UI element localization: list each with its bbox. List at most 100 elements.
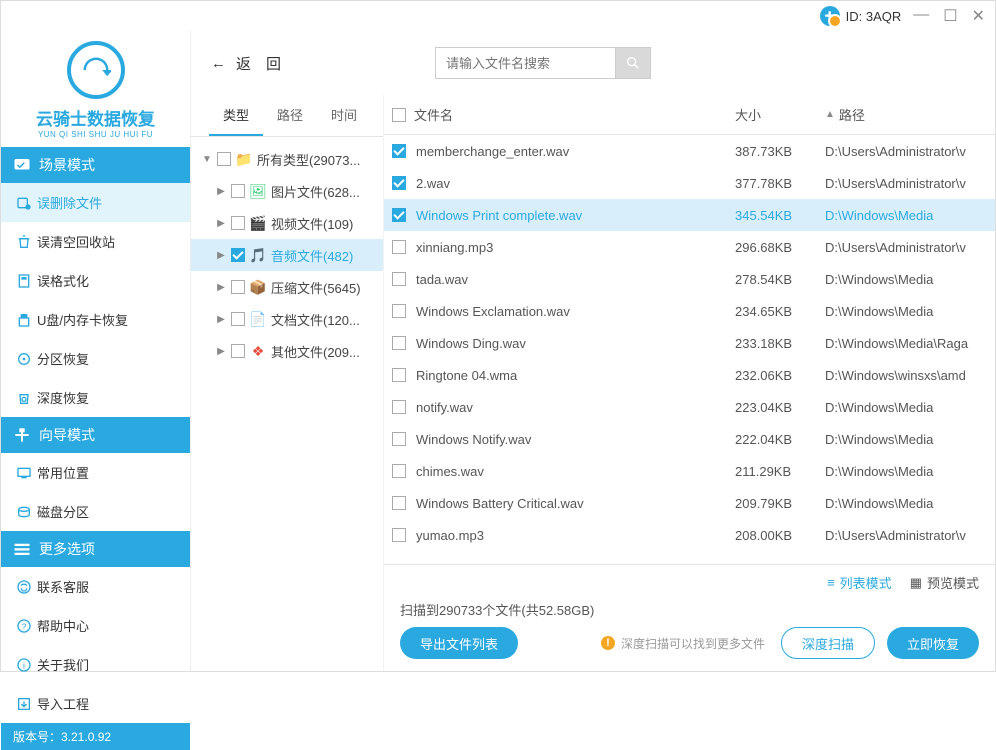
sidebar-item[interactable]: 联系客服 — [1, 567, 190, 606]
col-size[interactable]: 大小 — [735, 105, 825, 124]
expand-icon[interactable]: ▶ — [215, 218, 227, 229]
sidebar-item[interactable]: ?帮助中心 — [1, 606, 190, 645]
file-row[interactable]: Windows Ding.wav233.18KBD:\Windows\Media… — [384, 327, 995, 359]
expand-icon[interactable]: ▼ — [201, 154, 213, 165]
tree-row[interactable]: ▶📦压缩文件(5645) — [191, 271, 383, 303]
deep-scan-button[interactable]: 深度扫描 — [781, 627, 875, 659]
select-all-checkbox[interactable] — [392, 108, 406, 122]
file-path: D:\Users\Administrator\v — [825, 528, 995, 543]
preview-view-toggle[interactable]: ▦ 预览模式 — [910, 573, 979, 592]
tree-checkbox[interactable] — [231, 312, 245, 326]
file-checkbox[interactable] — [392, 176, 406, 190]
file-checkbox[interactable] — [392, 336, 406, 350]
tree-label: 图片文件(628... — [271, 182, 360, 201]
tree-checkbox[interactable] — [231, 216, 245, 230]
toolbar: ← 返 回 — [191, 31, 995, 95]
file-checkbox[interactable] — [392, 528, 406, 542]
file-row[interactable]: Windows Exclamation.wav234.65KBD:\Window… — [384, 295, 995, 327]
sidebar-item[interactable]: 分区恢复 — [1, 339, 190, 378]
tree-row[interactable]: ▶🎬视频文件(109) — [191, 207, 383, 239]
file-checkbox[interactable] — [392, 240, 406, 254]
expand-icon[interactable]: ▶ — [215, 282, 227, 293]
tree-row[interactable]: ▶🎵音频文件(482) — [191, 239, 383, 271]
file-row[interactable]: Windows Battery Critical.wav209.79KBD:\W… — [384, 487, 995, 519]
back-button[interactable]: ← 返 回 — [211, 53, 281, 74]
sidebar-item[interactable]: 误清空回收站 — [1, 222, 190, 261]
col-filename[interactable]: 文件名 — [414, 105, 453, 124]
sidebar-item[interactable]: 磁盘分区 — [1, 492, 190, 531]
file-row[interactable]: Windows Print complete.wav345.54KBD:\Win… — [384, 199, 995, 231]
minimize-button[interactable]: — — [913, 6, 929, 26]
tree-tab[interactable]: 类型 — [209, 95, 263, 136]
sidebar-item[interactable]: 常用位置 — [1, 453, 190, 492]
expand-icon[interactable]: ▶ — [215, 314, 227, 325]
filetype-icon: 🎬 — [249, 214, 267, 232]
sidebar-item[interactable]: i关于我们 — [1, 645, 190, 684]
tree-row[interactable]: ▶❖其他文件(209... — [191, 335, 383, 367]
expand-icon[interactable]: ▶ — [215, 250, 227, 261]
file-checkbox[interactable] — [392, 368, 406, 382]
file-row[interactable]: Ringtone 04.wma232.06KBD:\Windows\winsxs… — [384, 359, 995, 391]
recover-button[interactable]: 立即恢复 — [887, 627, 979, 659]
file-checkbox[interactable] — [392, 464, 406, 478]
expand-icon[interactable]: ▶ — [215, 186, 227, 197]
sidebar-item[interactable]: 导入工程 — [1, 684, 190, 723]
file-name: Windows Battery Critical.wav — [416, 496, 584, 511]
filetype-icon: 📄 — [249, 310, 267, 328]
file-name: 2.wav — [416, 176, 450, 191]
file-checkbox[interactable] — [392, 144, 406, 158]
sidebar-item-label: 误清空回收站 — [37, 232, 115, 251]
file-checkbox[interactable] — [392, 304, 406, 318]
file-row[interactable]: xinniang.mp3296.68KBD:\Users\Administrat… — [384, 231, 995, 263]
tree-checkbox[interactable] — [231, 344, 245, 358]
search-icon — [625, 55, 641, 71]
maximize-button[interactable]: ☐ — [943, 6, 957, 26]
col-path[interactable]: 路径 — [839, 105, 865, 124]
tree-tab[interactable]: 时间 — [317, 95, 371, 136]
file-row[interactable]: memberchange_enter.wav387.73KBD:\Users\A… — [384, 135, 995, 167]
file-row[interactable]: tada.wav278.54KBD:\Windows\Media — [384, 263, 995, 295]
filetype-icon: ❖ — [249, 342, 267, 360]
file-row[interactable]: yumao.mp3208.00KBD:\Users\Administrator\… — [384, 519, 995, 551]
tree-row[interactable]: ▶📄文档文件(120... — [191, 303, 383, 335]
arrow-left-icon: ← — [211, 55, 226, 72]
tree-checkbox[interactable] — [217, 152, 231, 166]
file-row[interactable]: chimes.wav211.29KBD:\Windows\Media — [384, 455, 995, 487]
close-button[interactable]: ✕ — [972, 6, 985, 26]
sidebar-item[interactable]: 深度恢复 — [1, 378, 190, 417]
tree-row[interactable]: ▼📁所有类型(29073... — [191, 143, 383, 175]
user-id-icon: ✚ — [820, 6, 840, 26]
expand-icon[interactable]: ▶ — [215, 346, 227, 357]
sidebar-item-label: 联系客服 — [37, 577, 89, 596]
section-title: 更多选项 — [39, 539, 95, 559]
search-input[interactable] — [435, 47, 615, 79]
logo-subtitle: YUN QI SHI SHU JU HUI FU — [1, 130, 190, 139]
list-view-toggle[interactable]: ≡ 列表模式 — [827, 573, 892, 592]
file-checkbox[interactable] — [392, 272, 406, 286]
file-checkbox[interactable] — [392, 208, 406, 222]
tree-label: 所有类型(29073... — [257, 150, 360, 169]
file-row[interactable]: 2.wav377.78KBD:\Users\Administrator\v — [384, 167, 995, 199]
file-size: 377.78KB — [735, 176, 825, 191]
file-size: 232.06KB — [735, 368, 825, 383]
tree-checkbox[interactable] — [231, 184, 245, 198]
tree-checkbox[interactable] — [231, 248, 245, 262]
tree-checkbox[interactable] — [231, 280, 245, 294]
file-checkbox[interactable] — [392, 496, 406, 510]
file-row[interactable]: Windows Notify.wav222.04KBD:\Windows\Med… — [384, 423, 995, 455]
tree-tab[interactable]: 路径 — [263, 95, 317, 136]
grid-icon: ▦ — [910, 575, 922, 591]
file-checkbox[interactable] — [392, 400, 406, 414]
titlebar: ✚ ID: 3AQR — ☐ ✕ — [1, 1, 995, 31]
file-row[interactable]: notify.wav223.04KBD:\Windows\Media — [384, 391, 995, 423]
sidebar-item[interactable]: 误格式化 — [1, 261, 190, 300]
file-path: D:\Users\Administrator\v — [825, 144, 995, 159]
sidebar-item[interactable]: U盘/内存卡恢复 — [1, 300, 190, 339]
search-button[interactable] — [615, 47, 651, 79]
sidebar-item-icon — [15, 503, 33, 521]
export-list-button[interactable]: 导出文件列表 — [400, 627, 518, 659]
tree-row[interactable]: ▶🖼图片文件(628... — [191, 175, 383, 207]
sidebar-item[interactable]: 误删除文件 — [1, 183, 190, 222]
file-checkbox[interactable] — [392, 432, 406, 446]
section-title: 场景模式 — [39, 155, 95, 175]
